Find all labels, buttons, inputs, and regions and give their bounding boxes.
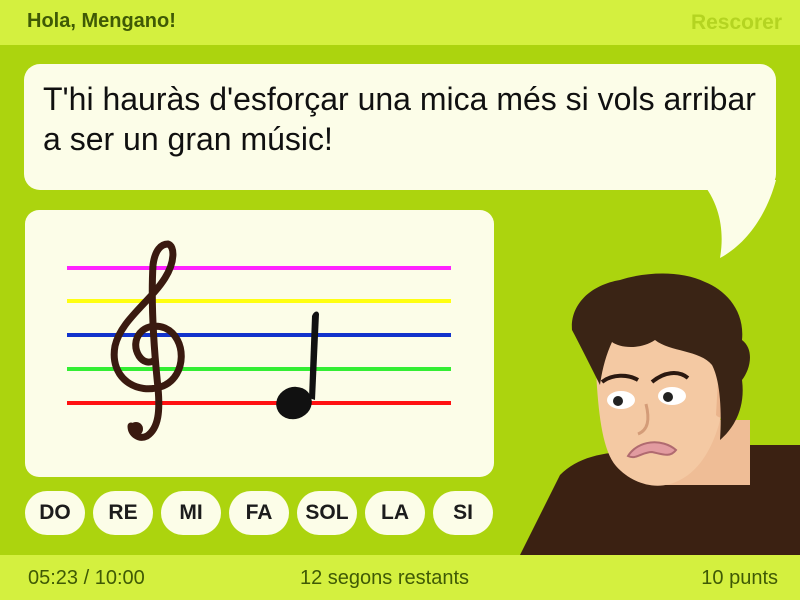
character-pupil-left bbox=[613, 396, 623, 406]
note-button-sol[interactable]: SOL bbox=[297, 491, 357, 535]
note-button-fa[interactable]: FA bbox=[229, 491, 289, 535]
note-button-re[interactable]: RE bbox=[93, 491, 153, 535]
note-button-do[interactable]: DO bbox=[25, 491, 85, 535]
character-pupil-right bbox=[663, 392, 673, 402]
speech-bubble-tail bbox=[700, 180, 776, 258]
remaining-time-text: 12 segons restants bbox=[300, 567, 469, 589]
note-buttons: DO RE MI FA SOL LA SI bbox=[25, 491, 495, 537]
message-text: T'hi hauràs d'esforçar una mica més si v… bbox=[43, 81, 756, 157]
score-text: 10 punts bbox=[701, 567, 778, 589]
game-screen: Hola, Mengano! Rescorer T'hi hauràs d'es… bbox=[0, 0, 800, 600]
note-button-mi[interactable]: MI bbox=[161, 491, 221, 535]
note-button-si[interactable]: SI bbox=[433, 491, 493, 535]
musician-character bbox=[520, 273, 800, 555]
greeting-text: Hola, Mengano! bbox=[27, 10, 176, 32]
treble-clef-icon bbox=[110, 240, 185, 441]
top-bar: Hola, Mengano! Rescorer bbox=[0, 0, 800, 45]
music-staff bbox=[67, 240, 451, 441]
timer-text: 05:23 / 10:00 bbox=[28, 567, 145, 589]
rescore-button[interactable]: Rescorer bbox=[691, 11, 782, 35]
treble-clef-dot bbox=[129, 422, 143, 436]
note-button-la[interactable]: LA bbox=[365, 491, 425, 535]
status-bar: 05:23 / 10:00 12 segons restants 10 punt… bbox=[0, 555, 800, 600]
